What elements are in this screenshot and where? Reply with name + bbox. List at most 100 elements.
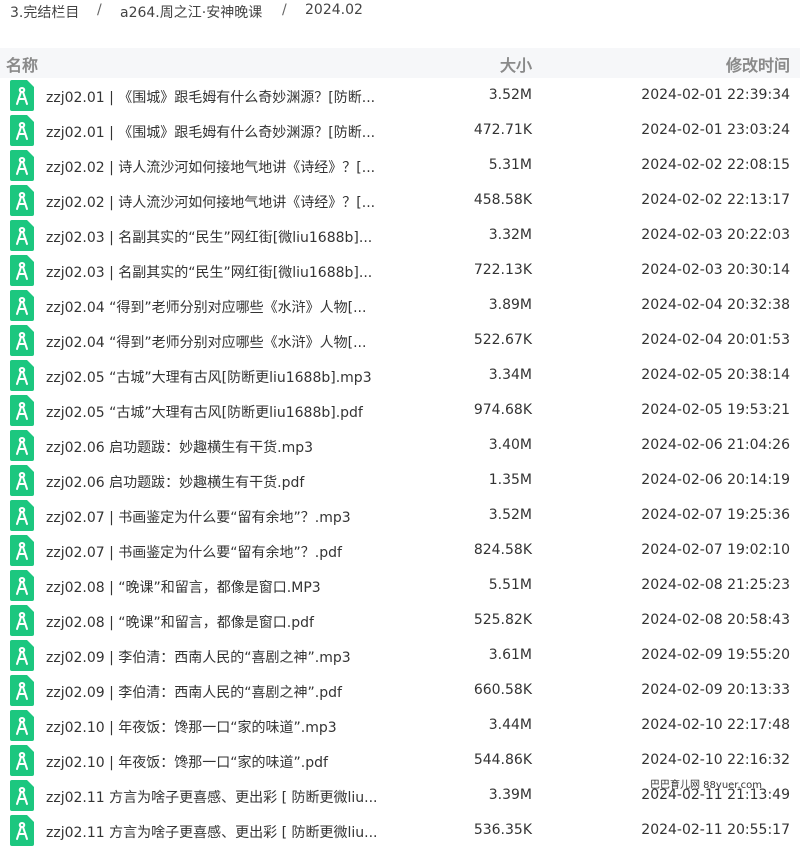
file-name[interactable]: zzj02.02 | 诗人流沙河如何接地气地讲《诗经》？[... (46, 192, 375, 212)
file-size: 5.51M (488, 577, 532, 593)
file-name[interactable]: zzj02.02 | 诗人流沙河如何接地气地讲《诗经》？[... (46, 157, 375, 177)
file-modified-time: 2024-02-04 20:32:38 (641, 297, 790, 313)
file-size: 3.89M (488, 297, 532, 313)
file-name[interactable]: zzj02.06 启功题跋：妙趣横生有干货.pdf (46, 472, 304, 492)
file-name[interactable]: zzj02.06 启功题跋：妙趣横生有干货.mp3 (46, 437, 313, 457)
column-header-size[interactable]: 大小 (500, 52, 532, 76)
file-icon (10, 255, 34, 286)
file-modified-time: 2024-02-10 22:17:48 (641, 717, 790, 733)
file-icon (10, 185, 34, 216)
file-row[interactable]: zzj02.09 | 李伯清：西南人民的“喜剧之神”.pdf 660.58K 202… (0, 673, 800, 708)
file-row[interactable]: zzj02.11 方言为啥子更喜感、更出彩 [ 防断更微liu... 536.35… (0, 813, 800, 848)
file-row[interactable]: zzj02.03 | 名副其实的“民生”网红街[微liu1688b]... 722… (0, 253, 800, 288)
file-size: 974.68K (473, 402, 532, 418)
file-size: 525.82K (473, 612, 532, 628)
file-icon (10, 500, 34, 531)
file-icon (10, 745, 34, 776)
file-row[interactable]: zzj02.01 | 《围城》跟毛姆有什么奇妙渊源？[防断... 3.52M 202… (0, 78, 800, 113)
file-name[interactable]: zzj02.07 | 书画鉴定为什么要“留有余地”？.pdf (46, 542, 342, 562)
file-icon (10, 115, 34, 146)
file-size: 824.58K (473, 542, 532, 558)
file-size: 522.67K (473, 332, 532, 348)
file-row[interactable]: zzj02.05 “古城”大理有古风[防断更liu1688b].pdf 974.6… (0, 393, 800, 428)
breadcrumb-item-current[interactable]: 2024.02 (305, 2, 363, 18)
file-icon (10, 710, 34, 741)
file-modified-time: 2024-02-02 22:13:17 (641, 192, 790, 208)
file-name[interactable]: zzj02.01 | 《围城》跟毛姆有什么奇妙渊源？[防断... (46, 122, 375, 142)
file-modified-time: 2024-02-07 19:02:10 (641, 542, 790, 558)
file-icon (10, 640, 34, 671)
file-name[interactable]: zzj02.04 “得到”老师分别对应哪些《水浒》人物[... (46, 332, 366, 352)
file-size: 472.71K (473, 122, 532, 138)
file-row[interactable]: zzj02.05 “古城”大理有古风[防断更liu1688b].mp3 3.34M… (0, 358, 800, 393)
breadcrumb-item-folder[interactable]: a264.周之江·安神晚课 (120, 2, 262, 22)
file-icon (10, 220, 34, 251)
file-modified-time: 2024-02-10 22:16:32 (641, 752, 790, 768)
column-header-name[interactable]: 名称 (6, 52, 38, 76)
file-icon (10, 780, 34, 811)
file-size: 536.35K (473, 822, 532, 838)
breadcrumb-separator: / (282, 2, 287, 18)
file-icon (10, 290, 34, 321)
file-name[interactable]: zzj02.01 | 《围城》跟毛姆有什么奇妙渊源？[防断... (46, 87, 375, 107)
file-size: 3.40M (488, 437, 532, 453)
file-modified-time: 2024-02-05 20:38:14 (641, 367, 790, 383)
file-icon (10, 325, 34, 356)
file-size: 3.52M (488, 507, 532, 523)
file-modified-time: 2024-02-06 20:14:19 (641, 472, 790, 488)
breadcrumb-item-root[interactable]: 3.完结栏目 (10, 2, 79, 22)
file-icon (10, 395, 34, 426)
file-size: 3.44M (488, 717, 532, 733)
file-modified-time: 2024-02-06 21:04:26 (641, 437, 790, 453)
file-name[interactable]: zzj02.04 “得到”老师分别对应哪些《水浒》人物[... (46, 297, 366, 317)
file-row[interactable]: zzj02.07 | 书画鉴定为什么要“留有余地”？.mp3 3.52M 2024-… (0, 498, 800, 533)
file-name[interactable]: zzj02.08 | “晚课”和留言，都像是窗口.MP3 (46, 577, 321, 597)
file-modified-time: 2024-02-08 20:58:43 (641, 612, 790, 628)
file-name[interactable]: zzj02.11 方言为啥子更喜感、更出彩 [ 防断更微liu... (46, 787, 377, 807)
file-name[interactable]: zzj02.05 “古城”大理有古风[防断更liu1688b].pdf (46, 402, 363, 422)
file-name[interactable]: zzj02.10 | 年夜饭：馋那一口“家的味道”.pdf (46, 752, 328, 772)
file-name[interactable]: zzj02.03 | 名副其实的“民生”网红街[微liu1688b]... (46, 262, 372, 282)
file-row[interactable]: zzj02.04 “得到”老师分别对应哪些《水浒》人物[... 522.67K 20… (0, 323, 800, 358)
file-icon (10, 535, 34, 566)
file-row[interactable]: zzj02.01 | 《围城》跟毛姆有什么奇妙渊源？[防断... 472.71K 2… (0, 113, 800, 148)
file-size: 5.31M (488, 157, 532, 173)
file-modified-time: 2024-02-04 20:01:53 (641, 332, 790, 348)
file-row[interactable]: zzj02.10 | 年夜饭：馋那一口“家的味道”.mp3 3.44M 2024-0… (0, 708, 800, 743)
file-icon (10, 815, 34, 846)
file-row[interactable]: zzj02.06 启功题跋：妙趣横生有干货.mp3 3.40M 2024-02-06… (0, 428, 800, 463)
file-size: 544.86K (473, 752, 532, 768)
file-name[interactable]: zzj02.03 | 名副其实的“民生”网红街[微liu1688b]... (46, 227, 372, 247)
file-modified-time: 2024-02-11 20:55:17 (641, 822, 790, 838)
file-row[interactable]: zzj02.08 | “晚课”和留言，都像是窗口.pdf 525.82K 2024-… (0, 603, 800, 638)
file-icon (10, 675, 34, 706)
file-modified-time: 2024-02-01 23:03:24 (641, 122, 790, 138)
file-size: 3.61M (488, 647, 532, 663)
file-row[interactable]: zzj02.04 “得到”老师分别对应哪些《水浒》人物[... 3.89M 2024… (0, 288, 800, 323)
file-name[interactable]: zzj02.07 | 书画鉴定为什么要“留有余地”？.mp3 (46, 507, 351, 527)
file-row[interactable]: zzj02.06 启功题跋：妙趣横生有干货.pdf 1.35M 2024-02-06… (0, 463, 800, 498)
file-size: 722.13K (473, 262, 532, 278)
file-modified-time: 2024-02-03 20:30:14 (641, 262, 790, 278)
file-modified-time: 2024-02-01 22:39:34 (641, 87, 790, 103)
file-row[interactable]: zzj02.03 | 名副其实的“民生”网红街[微liu1688b]... 3.3… (0, 218, 800, 253)
file-row[interactable]: zzj02.02 | 诗人流沙河如何接地气地讲《诗经》？[... 5.31M 202… (0, 148, 800, 183)
file-list-header: 名称 大小 修改时间 (0, 48, 800, 78)
file-row[interactable]: zzj02.10 | 年夜饭：馋那一口“家的味道”.pdf 544.86K 2024… (0, 743, 800, 778)
file-name[interactable]: zzj02.09 | 李伯清：西南人民的“喜剧之神”.mp3 (46, 647, 351, 667)
column-header-time[interactable]: 修改时间 (726, 52, 790, 76)
file-size: 3.34M (488, 367, 532, 383)
file-name[interactable]: zzj02.05 “古城”大理有古风[防断更liu1688b].mp3 (46, 367, 372, 387)
file-size: 660.58K (473, 682, 532, 698)
file-name[interactable]: zzj02.08 | “晚课”和留言，都像是窗口.pdf (46, 612, 314, 632)
file-name[interactable]: zzj02.11 方言为啥子更喜感、更出彩 [ 防断更微liu... (46, 822, 377, 842)
file-row[interactable]: zzj02.07 | 书画鉴定为什么要“留有余地”？.pdf 824.58K 202… (0, 533, 800, 568)
file-row[interactable]: zzj02.02 | 诗人流沙河如何接地气地讲《诗经》？[... 458.58K 2… (0, 183, 800, 218)
file-modified-time: 2024-02-09 19:55:20 (641, 647, 790, 663)
file-row[interactable]: zzj02.08 | “晚课”和留言，都像是窗口.MP3 5.51M 2024-02… (0, 568, 800, 603)
watermark: 巴巴育儿网 88yuer.com (650, 780, 763, 791)
file-row[interactable]: zzj02.09 | 李伯清：西南人民的“喜剧之神”.mp3 3.61M 2024-… (0, 638, 800, 673)
file-name[interactable]: zzj02.10 | 年夜饭：馋那一口“家的味道”.mp3 (46, 717, 337, 737)
file-icon (10, 570, 34, 601)
file-name[interactable]: zzj02.09 | 李伯清：西南人民的“喜剧之神”.pdf (46, 682, 342, 702)
